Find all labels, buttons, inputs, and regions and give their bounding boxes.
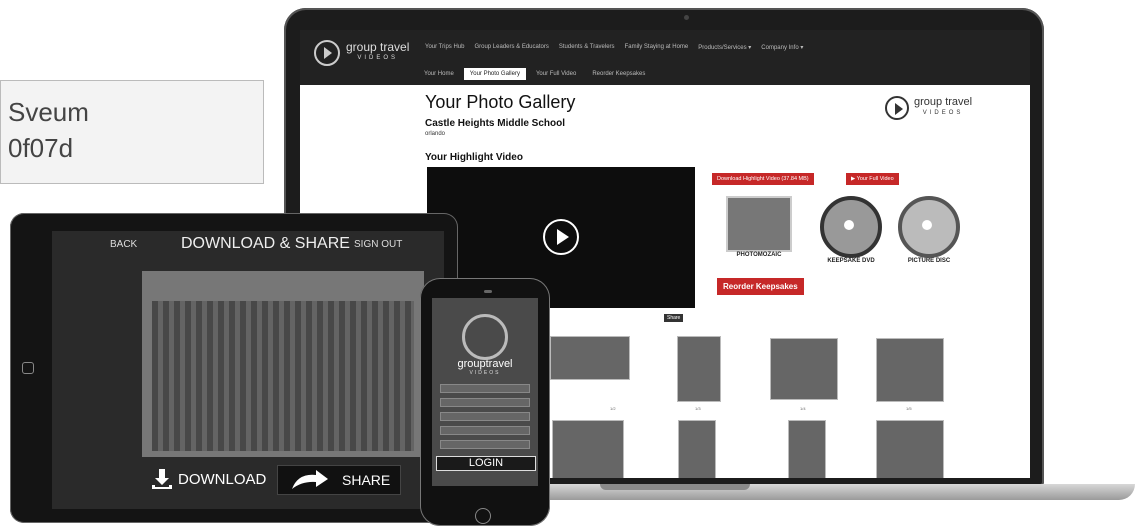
gallery-photo[interactable]: [876, 420, 944, 478]
gallery-photo[interactable]: [788, 420, 826, 478]
menu-item-group-leaders[interactable]: Group Leaders & Educators: [474, 44, 548, 51]
watermark-stamp: Sveum 0f07d: [0, 80, 264, 184]
phone-home-button: [475, 508, 491, 524]
school-name: Castle Heights Middle School: [425, 118, 566, 129]
photomozaic-image: [726, 196, 792, 252]
group-photo: [142, 271, 424, 457]
site-logo[interactable]: group travel VIDEOS: [314, 40, 409, 66]
keepsake-label: PHOTOMOZAIC: [736, 252, 782, 258]
download-share-title: DOWNLOAD & SHARE: [181, 235, 350, 252]
tab-home[interactable]: Your Home: [418, 68, 460, 80]
tablet-screen: BACK DOWNLOAD & SHARE SIGN OUT DOWNLOAD …: [52, 231, 444, 509]
play-logo-icon: [885, 96, 909, 120]
tab-full-video[interactable]: Your Full Video: [530, 68, 582, 80]
share-label: SHARE: [342, 472, 391, 488]
stamp-line-2: 0f07d: [8, 133, 74, 163]
tab-photo-gallery[interactable]: Your Photo Gallery: [463, 68, 526, 80]
tablet-home-button: [22, 362, 34, 374]
download-highlight-button[interactable]: Download Highlight Video (37.84 MB): [712, 173, 814, 185]
play-logo-icon: [462, 314, 508, 360]
menu-item-trips-hub[interactable]: Your Trips Hub: [425, 44, 464, 51]
menu-item-family[interactable]: Family Staying at Home: [625, 44, 689, 51]
phone-field-3[interactable]: [440, 412, 530, 421]
main-menu: Your Trips Hub Group Leaders & Educators…: [425, 44, 803, 51]
download-label: DOWNLOAD: [178, 470, 267, 488]
brand-main: group travel: [914, 96, 973, 108]
brand-sub: VIDEOS: [922, 110, 964, 116]
sub-tabs: Your Home Your Photo Gallery Your Full V…: [418, 68, 651, 80]
download-button[interactable]: DOWNLOAD: [150, 467, 266, 491]
full-video-button[interactable]: ▶ Your Full Video: [846, 173, 899, 185]
photo-caption: 1/5: [906, 406, 912, 411]
phone-field-1[interactable]: [440, 384, 530, 393]
keepsakes-panel: PHOTOMOZAIC KEEPSAKE DVD PICTURE DISC: [712, 196, 982, 276]
stamp-line-1: Sveum: [8, 97, 89, 127]
phone-brand: grouptravel: [457, 358, 513, 370]
phone-speaker: [484, 290, 492, 293]
download-icon: [152, 469, 172, 489]
phone-screen: grouptravel VIDEOS LOGIN: [432, 298, 538, 486]
photo-caption: 1/3: [695, 406, 701, 411]
gallery-photo[interactable]: [552, 420, 624, 478]
site-navbar: group travel VIDEOS Your Trips Hub Group…: [300, 30, 1030, 85]
photo-caption: 1/2: [610, 406, 616, 411]
disc-icon: [898, 196, 960, 258]
photo-caption: 1/4: [800, 406, 806, 411]
laptop-notch: [600, 484, 750, 490]
phone-brand-sub: VIDEOS: [469, 370, 501, 376]
brand-logo-right: group travel VIDEOS: [885, 96, 972, 120]
share-arrow-icon: [292, 470, 328, 489]
play-icon[interactable]: [543, 219, 579, 255]
menu-item-products[interactable]: Products/Services ▾: [698, 44, 751, 51]
keepsake-label: PICTURE DISC: [907, 258, 951, 264]
keepsake-picture-disc[interactable]: PICTURE DISC: [898, 196, 960, 264]
page-title: Your Photo Gallery: [425, 92, 576, 112]
facebook-share-button[interactable]: Share: [664, 314, 684, 322]
phone-remember-checkbox[interactable]: [440, 440, 530, 449]
sign-out-button[interactable]: SIGN OUT: [354, 239, 402, 250]
keepsake-dvd[interactable]: KEEPSAKE DVD: [820, 196, 882, 264]
highlight-label: Your Highlight Video: [425, 152, 523, 163]
gallery-photo[interactable]: [770, 338, 838, 400]
keepsake-label: KEEPSAKE DVD: [827, 258, 875, 264]
tab-reorder[interactable]: Reorder Keepsakes: [586, 68, 651, 80]
share-button[interactable]: SHARE: [277, 465, 401, 495]
gallery-photo[interactable]: [876, 338, 944, 402]
login-button[interactable]: LOGIN: [436, 456, 536, 471]
gallery-photo[interactable]: [678, 420, 716, 478]
logo-sub: VIDEOS: [357, 55, 399, 61]
phone-field-2[interactable]: [440, 398, 530, 407]
play-logo-icon: [314, 40, 340, 66]
laptop-camera: [684, 15, 689, 20]
phone-field-4[interactable]: [440, 426, 530, 435]
dvd-icon: [820, 196, 882, 258]
reorder-keepsakes-button[interactable]: Reorder Keepsakes: [717, 278, 804, 295]
menu-item-company[interactable]: Company Info ▾: [761, 44, 803, 51]
city-name: orlando: [425, 131, 446, 137]
keepsake-photomozaic[interactable]: PHOTOMOZAIC: [726, 196, 792, 258]
menu-item-students[interactable]: Students & Travelers: [559, 44, 615, 51]
gallery-photo[interactable]: [550, 336, 630, 380]
back-button[interactable]: BACK: [110, 239, 137, 250]
gallery-photo[interactable]: [677, 336, 721, 402]
logo-main: group travel: [346, 40, 410, 54]
